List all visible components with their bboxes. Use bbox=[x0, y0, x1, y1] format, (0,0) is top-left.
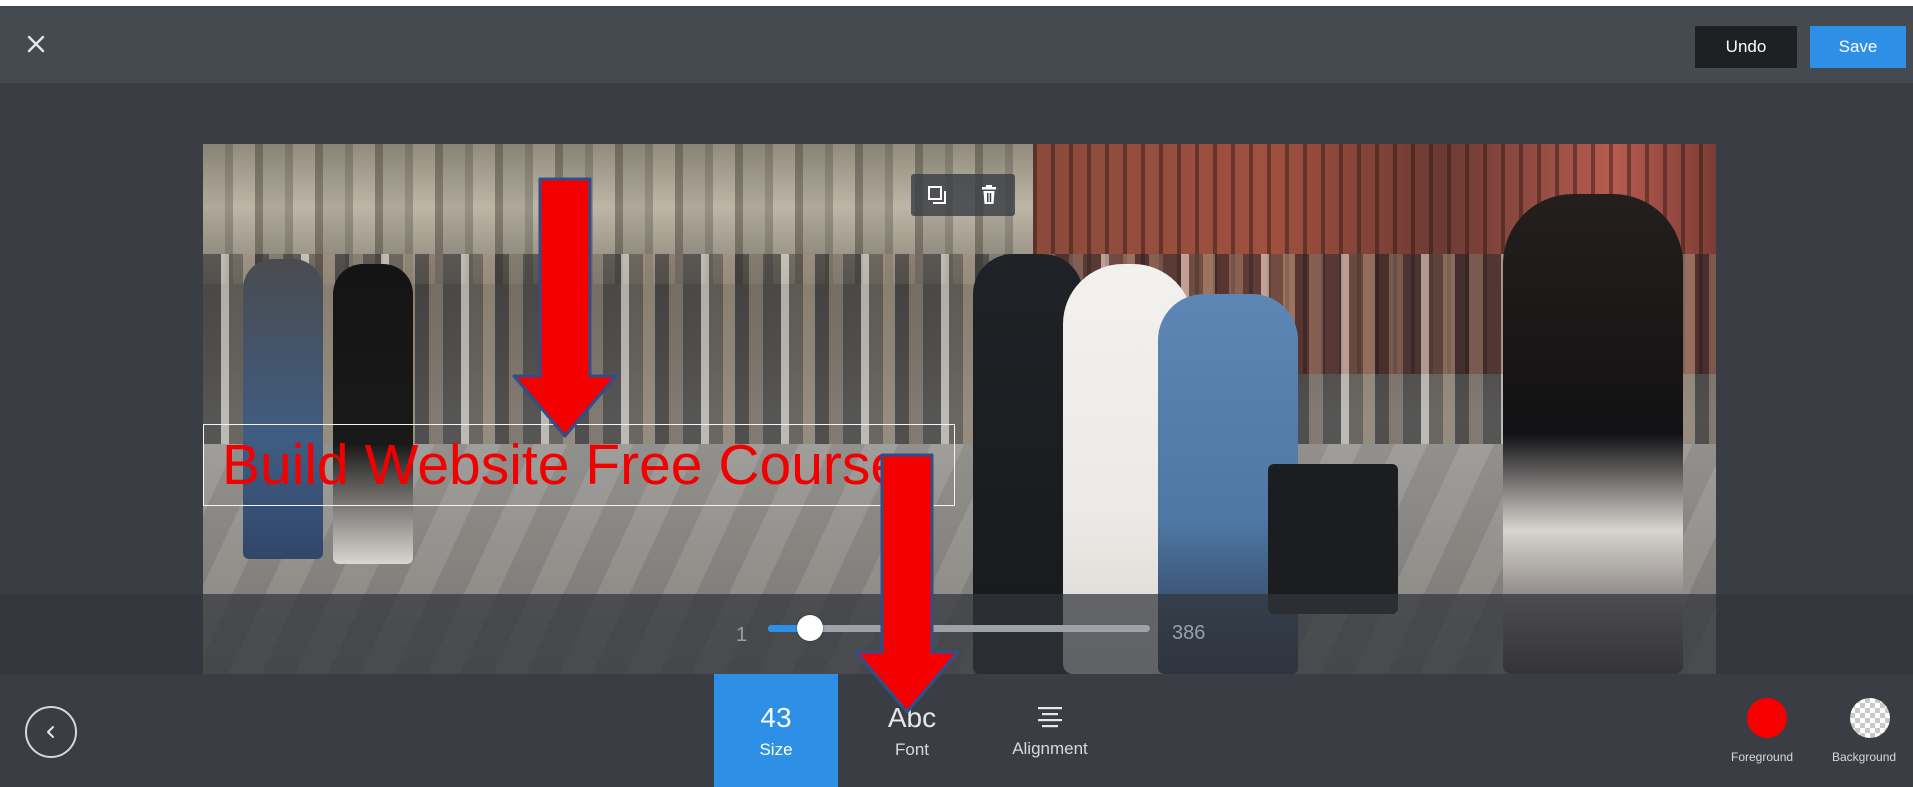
delete-button[interactable] bbox=[974, 180, 1004, 210]
annotation-arrow bbox=[512, 177, 618, 438]
text-align-icon bbox=[1038, 706, 1062, 727]
tab-font-label: Font bbox=[894, 739, 930, 759]
background-color-swatch[interactable] bbox=[1850, 698, 1890, 738]
person-figure bbox=[333, 264, 413, 564]
slider-max-label: 386 bbox=[1172, 622, 1206, 644]
trash-icon bbox=[982, 185, 996, 204]
tab-size-label: Size bbox=[759, 739, 793, 759]
top-bar: Undo Save bbox=[0, 0, 1913, 83]
background-label: Background bbox=[1832, 750, 1897, 764]
person-figure bbox=[243, 259, 323, 559]
foreground-label: Foreground bbox=[1731, 750, 1794, 764]
tab-size-value: 43 bbox=[760, 701, 792, 733]
camera-case bbox=[1268, 464, 1398, 614]
tab-size[interactable]: 43 Size bbox=[714, 674, 838, 787]
chevron-left-icon bbox=[47, 726, 54, 738]
slider-thumb[interactable] bbox=[797, 615, 823, 641]
close-button[interactable] bbox=[20, 28, 52, 60]
slider-min-label: 1 bbox=[736, 624, 748, 646]
tab-alignment-label: Alignment bbox=[1012, 738, 1088, 758]
annotation-arrow bbox=[854, 453, 960, 714]
duplicate-icon bbox=[928, 186, 946, 204]
duplicate-button[interactable] bbox=[922, 180, 952, 210]
tab-alignment[interactable]: Alignment bbox=[990, 674, 1110, 787]
save-button[interactable]: Save bbox=[1810, 26, 1906, 68]
undo-button[interactable]: Undo bbox=[1695, 26, 1797, 68]
close-icon bbox=[27, 35, 45, 53]
foreground-color-swatch[interactable] bbox=[1747, 698, 1787, 738]
object-toolbar bbox=[911, 174, 1015, 216]
back-button[interactable] bbox=[25, 706, 77, 758]
